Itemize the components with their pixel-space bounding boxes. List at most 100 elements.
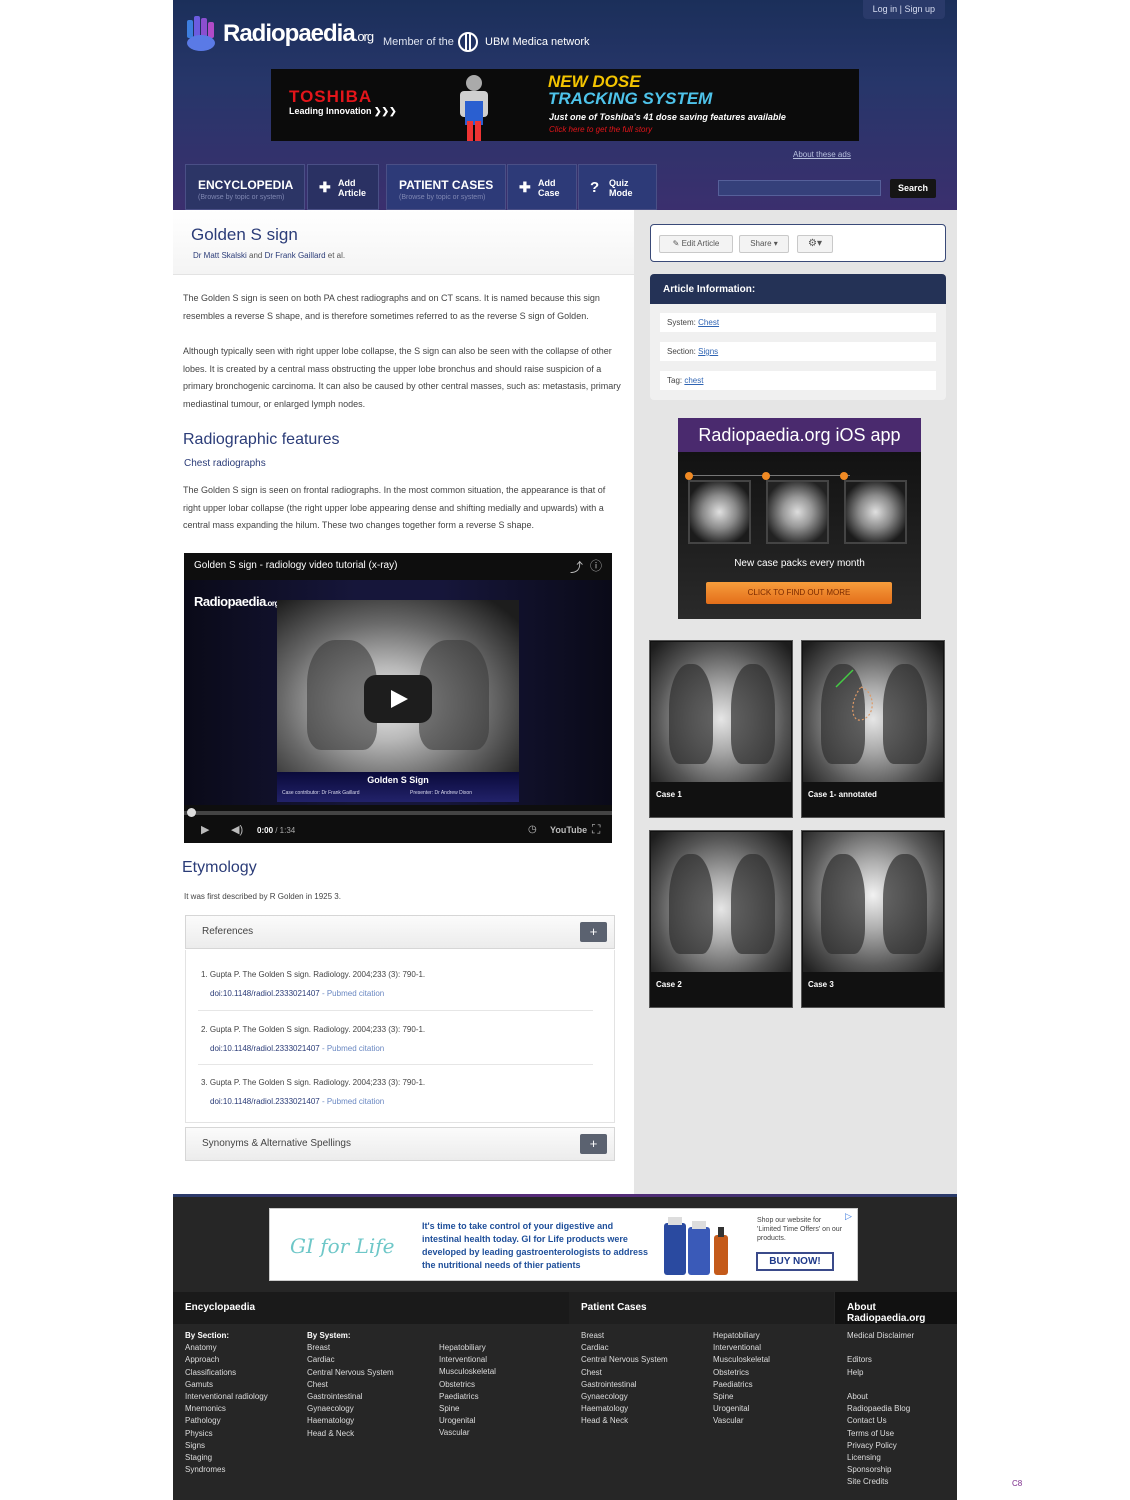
- footer-link[interactable]: Head & Neck: [581, 1415, 668, 1427]
- nav-patient-cases[interactable]: PATIENT CASES (Browse by topic or system…: [386, 164, 506, 210]
- footer-link[interactable]: Musculoskeletal: [439, 1366, 496, 1378]
- footer-link[interactable]: Hepatobiliary: [439, 1342, 496, 1354]
- footer-link[interactable]: Obstetrics: [713, 1367, 770, 1379]
- doi-link[interactable]: doi:10.1148/radiol.2333021407: [201, 1097, 320, 1106]
- doi-link[interactable]: doi:10.1148/radiol.2333021407: [201, 1044, 320, 1053]
- footer-link[interactable]: Editors: [847, 1354, 914, 1366]
- footer-link[interactable]: Breast: [307, 1342, 394, 1354]
- search-button[interactable]: Search: [890, 179, 936, 198]
- author-link[interactable]: Dr Matt Skalski: [193, 251, 247, 260]
- footer-link[interactable]: Spine: [713, 1391, 770, 1403]
- pubmed-link[interactable]: - Pubmed citation: [320, 1044, 384, 1053]
- footer-link[interactable]: Gamuts: [185, 1379, 268, 1391]
- video-progress-bar[interactable]: [184, 811, 612, 815]
- footer-link[interactable]: Terms of Use: [847, 1428, 914, 1440]
- fullscreen-icon[interactable]: ⛶: [592, 822, 600, 837]
- signup-link[interactable]: Sign up: [904, 4, 935, 14]
- footer-link[interactable]: Vascular: [439, 1427, 496, 1439]
- synonyms-accordion[interactable]: Synonyms & Alternative Spellings +: [185, 1127, 615, 1161]
- case-thumbnail[interactable]: Case 1: [649, 640, 793, 818]
- nav-encyclopedia[interactable]: ENCYCLOPEDIA (Browse by topic or system): [185, 164, 305, 210]
- video-player[interactable]: Golden S sign - radiology video tutorial…: [184, 553, 612, 843]
- footer-link[interactable]: Physics: [185, 1428, 268, 1440]
- system-link[interactable]: Chest: [698, 318, 719, 327]
- play-icon[interactable]: ▶: [201, 823, 209, 836]
- footer-heading-encyclopaedia[interactable]: Encyclopaedia: [173, 1292, 571, 1324]
- footer-link[interactable]: Pathology: [185, 1415, 268, 1427]
- footer-link[interactable]: Vascular: [713, 1415, 770, 1427]
- footer-link[interactable]: Interventional radiology: [185, 1391, 268, 1403]
- radiopaedia-logo-icon[interactable]: [185, 14, 219, 52]
- footer-link[interactable]: Site Credits: [847, 1476, 914, 1488]
- section-link[interactable]: Signs: [698, 347, 718, 356]
- footer-link[interactable]: Syndromes: [185, 1464, 268, 1476]
- footer-link[interactable]: Radiopaedia Blog: [847, 1403, 914, 1415]
- author-link[interactable]: Dr Frank Gaillard: [265, 251, 326, 260]
- share-icon[interactable]: ⤴: [570, 557, 583, 576]
- footer-link[interactable]: Help: [847, 1367, 914, 1379]
- add-article-button[interactable]: ✚ Add Article: [307, 164, 379, 210]
- pubmed-link[interactable]: - Pubmed citation: [320, 989, 384, 998]
- footer-link[interactable]: Musculoskeletal: [713, 1354, 770, 1366]
- video-frame[interactable]: Radiopaedia.org Golden S Sign Case contr…: [184, 580, 612, 805]
- footer-link[interactable]: Urogenital: [439, 1415, 496, 1427]
- footer-heading-patient-cases[interactable]: Patient Cases: [569, 1292, 834, 1324]
- toshiba-ad-banner[interactable]: TOSHIBA Leading Innovation ❯❯❯ NEW DOSE …: [271, 69, 859, 141]
- play-button-icon[interactable]: [364, 675, 432, 723]
- case-thumbnail[interactable]: Case 2: [649, 830, 793, 1008]
- footer-link[interactable]: Mnemonics: [185, 1403, 268, 1415]
- pubmed-link[interactable]: - Pubmed citation: [320, 1097, 384, 1106]
- footer-link[interactable]: Chest: [307, 1379, 394, 1391]
- footer-link[interactable]: Gastrointestinal: [581, 1379, 668, 1391]
- footer-link[interactable]: Anatomy: [185, 1342, 268, 1354]
- tag-link[interactable]: chest: [684, 376, 703, 385]
- buy-now-button[interactable]: BUY NOW!: [756, 1252, 834, 1271]
- find-out-more-button[interactable]: CLICK TO FIND OUT MORE: [706, 582, 892, 604]
- adchoices-icon[interactable]: ▷: [845, 1211, 852, 1222]
- footer-link[interactable]: Gynaecology: [581, 1391, 668, 1403]
- footer-link[interactable]: Interventional: [713, 1342, 770, 1354]
- search-input[interactable]: [718, 180, 881, 196]
- footer-link[interactable]: Medical Disclaimer: [847, 1330, 914, 1342]
- login-link[interactable]: Log in: [873, 4, 898, 14]
- expand-plus-icon[interactable]: +: [580, 1134, 607, 1154]
- footer-link[interactable]: Haematology: [307, 1415, 394, 1427]
- footer-link[interactable]: Spine: [439, 1403, 496, 1415]
- footer-link[interactable]: Central Nervous System: [307, 1367, 394, 1379]
- footer-link[interactable]: Hepatobiliary: [713, 1330, 770, 1342]
- about-ads-link[interactable]: About these ads: [793, 150, 851, 159]
- footer-link[interactable]: Paediatrics: [439, 1391, 496, 1403]
- footer-link[interactable]: About: [847, 1391, 914, 1403]
- footer-link[interactable]: Breast: [581, 1330, 668, 1342]
- references-accordion[interactable]: References +: [185, 915, 615, 949]
- add-case-button[interactable]: ✚ Add Case: [507, 164, 577, 210]
- youtube-logo[interactable]: YouTube: [550, 825, 587, 835]
- case-thumbnail[interactable]: Case 3: [801, 830, 945, 1008]
- footer-link[interactable]: Licensing: [847, 1452, 914, 1464]
- footer-link[interactable]: Cardiac: [581, 1342, 668, 1354]
- footer-link[interactable]: Haematology: [581, 1403, 668, 1415]
- footer-heading-about[interactable]: About Radiopaedia.org: [835, 1292, 957, 1324]
- volume-icon[interactable]: ◀): [231, 823, 243, 836]
- footer-link[interactable]: Gynaecology: [307, 1403, 394, 1415]
- footer-link[interactable]: Obstetrics: [439, 1379, 496, 1391]
- site-logo[interactable]: Radiopaedia.org: [223, 20, 374, 48]
- footer-link[interactable]: Classifications: [185, 1367, 268, 1379]
- footer-link[interactable]: Paediatrics: [713, 1379, 770, 1391]
- info-icon[interactable]: ⓘ: [590, 557, 602, 574]
- footer-link[interactable]: Chest: [581, 1367, 668, 1379]
- footer-link[interactable]: Sponsorship: [847, 1464, 914, 1476]
- share-button[interactable]: Share ▾: [739, 235, 789, 253]
- footer-link[interactable]: Staging: [185, 1452, 268, 1464]
- quiz-mode-button[interactable]: ? Quiz Mode: [578, 164, 657, 210]
- video-title[interactable]: Golden S sign - radiology video tutorial…: [194, 560, 397, 571]
- case-thumbnail[interactable]: Case 1- annotated: [801, 640, 945, 818]
- footer-link[interactable]: Urogenital: [713, 1403, 770, 1415]
- footer-link[interactable]: Signs: [185, 1440, 268, 1452]
- footer-link[interactable]: Cardiac: [307, 1354, 394, 1366]
- doi-link[interactable]: doi:10.1148/radiol.2333021407: [201, 989, 320, 998]
- footer-link[interactable]: Interventional: [439, 1354, 496, 1366]
- footer-link[interactable]: Head & Neck: [307, 1428, 394, 1440]
- watch-later-icon[interactable]: ◷: [528, 824, 537, 835]
- gi-for-life-ad[interactable]: GI for Life It's time to take control of…: [269, 1208, 858, 1281]
